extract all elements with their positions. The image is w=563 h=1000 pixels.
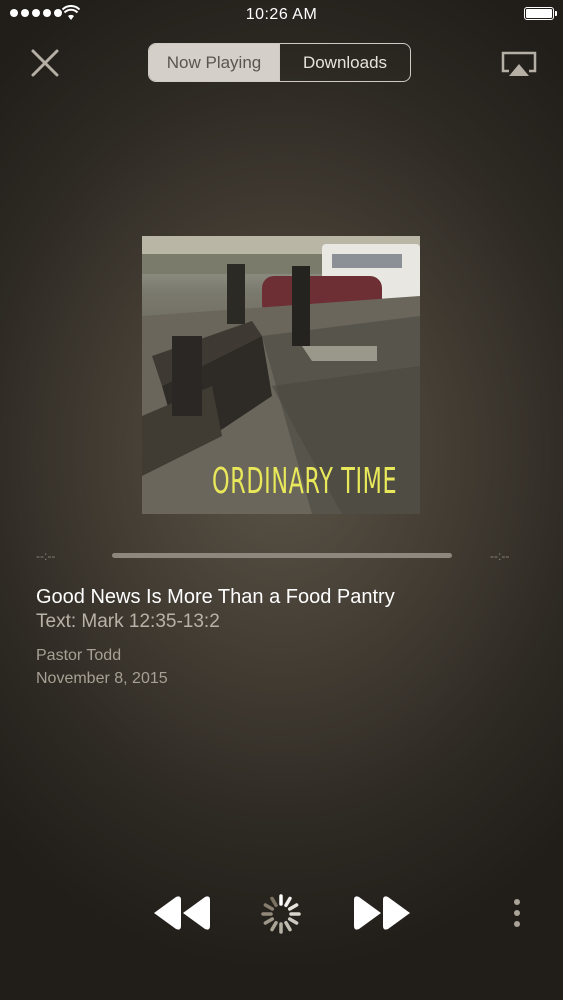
track-subtitle: Text: Mark 12:35-13:2 [36,611,220,632]
loading-spinner-icon [261,894,301,934]
remaining-time: --:-- [490,549,510,563]
track-date: November 8, 2015 [36,670,168,687]
status-bar: 10:26 AM [0,0,563,30]
track-title: Good News Is More Than a Food Pantry [36,586,395,608]
artwork-title: ORDINARY TIME [212,461,398,502]
airplay-icon[interactable] [500,50,538,78]
tab-downloads[interactable]: Downloads [280,44,410,81]
status-time: 10:26 AM [245,6,318,23]
album-artwork: ORDINARY TIME [142,236,420,514]
rewind-icon[interactable] [152,892,212,934]
speaker-name: Pastor Todd [36,647,122,664]
battery-icon [524,7,557,20]
progress-slider[interactable] [112,553,452,558]
elapsed-time: --:-- [36,549,56,563]
fast-forward-icon[interactable] [352,892,412,934]
tab-now-playing[interactable]: Now Playing [149,44,280,81]
more-vertical-icon[interactable] [507,897,527,931]
segmented-control: Now Playing Downloads [148,43,411,82]
close-icon[interactable] [28,46,62,80]
